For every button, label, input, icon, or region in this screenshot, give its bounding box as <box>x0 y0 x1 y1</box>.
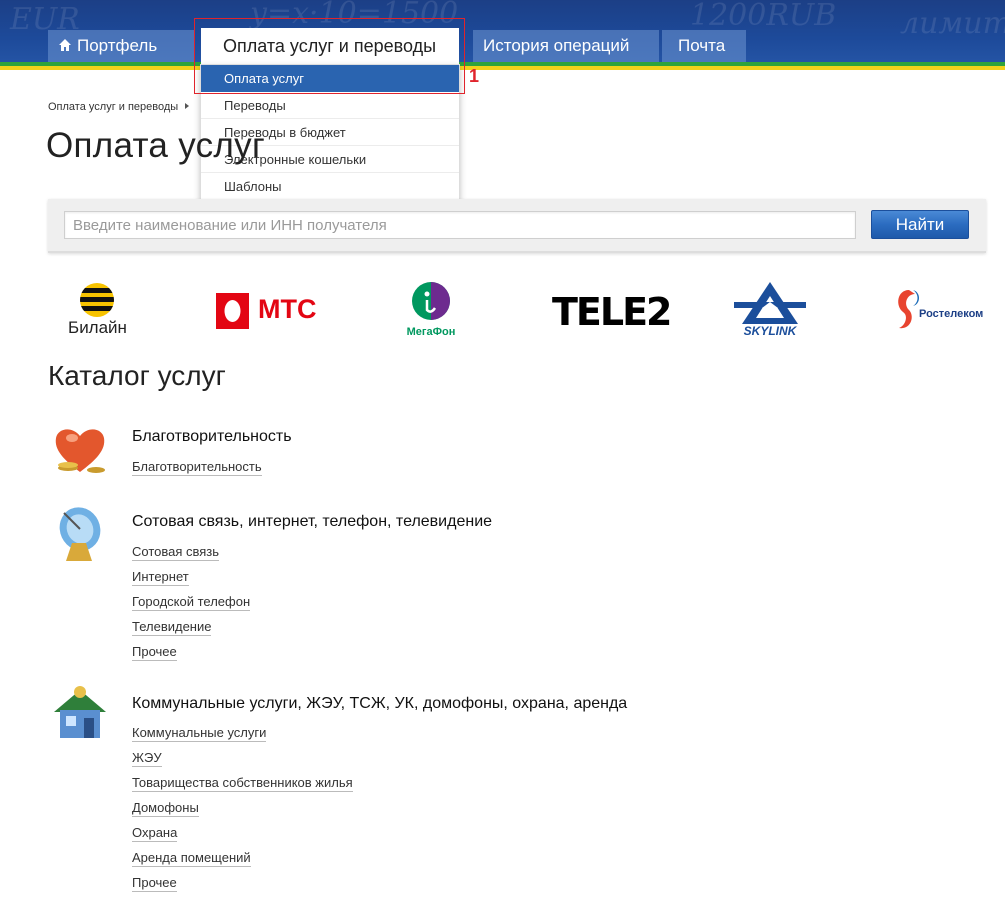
operator-skylink-logo[interactable]: SKYLINK <box>726 278 814 342</box>
category-title: Коммунальные услуги, ЖЭУ, ТСЖ, УК, домоф… <box>132 695 628 712</box>
category-link[interactable]: Благотворительность <box>132 459 262 476</box>
header-scribble: лимит <box>900 6 1005 41</box>
operator-tele2-logo[interactable]: TELE2 <box>552 278 673 342</box>
breadcrumb-link[interactable]: Оплата услуг и переводы <box>48 101 178 113</box>
category-link[interactable]: Коммунальные услуги <box>132 725 267 742</box>
category-link[interactable]: Товарищества собственников жилья <box>132 775 353 792</box>
nav-portfolio-label: Портфель <box>77 36 158 55</box>
rostelecom-text: Ростелеком <box>919 308 984 320</box>
operator-megafon-logo[interactable]: МегаФон <box>398 278 464 342</box>
skylink-text: SKYLINK <box>743 324 797 338</box>
category-link[interactable]: Охрана <box>132 825 178 842</box>
nav-history[interactable]: История операций <box>473 30 659 62</box>
mts-text: МТС <box>258 294 317 324</box>
tele2-text: TELE2 <box>552 290 673 334</box>
satellite-dish-icon <box>59 507 101 561</box>
nav-payments[interactable]: Оплата услуг и переводы <box>201 28 459 64</box>
search-input[interactable] <box>64 211 856 239</box>
header-scribble: 1200RUB <box>690 0 837 33</box>
header-stripe-yellow <box>0 66 1005 70</box>
header-scribble: y=x·10=1500 <box>250 0 459 31</box>
category-link[interactable]: Интернет <box>132 569 189 586</box>
beeline-text: Билайн <box>68 318 127 337</box>
category-title: Сотовая связь, интернет, телефон, телеви… <box>132 513 493 530</box>
category-link[interactable]: Домофоны <box>132 800 199 817</box>
category-link[interactable]: Прочее <box>132 644 177 661</box>
operator-beeline-logo[interactable]: Билайн <box>60 278 135 342</box>
catalog-title: Каталог услуг <box>48 360 226 391</box>
category-link[interactable]: Сотовая связь <box>132 544 220 561</box>
breadcrumb-separator-icon <box>185 103 190 109</box>
top-header: EUR y=x·10=1500 1200RUB лимит Портфель И… <box>0 0 1005 70</box>
menu-item-transfers[interactable]: Переводы <box>201 92 459 119</box>
nav-portfolio[interactable]: Портфель <box>48 30 194 62</box>
category-link[interactable]: ЖЭУ <box>132 750 162 767</box>
menu-item-pay-services[interactable]: Оплата услуг <box>201 65 459 92</box>
category-link[interactable]: Прочее <box>132 875 177 892</box>
category-link[interactable]: Городской телефон <box>132 594 251 611</box>
operator-mts-logo[interactable]: МТС <box>214 278 317 342</box>
megafon-text: МегаФон <box>406 326 456 338</box>
search-bar: Найти <box>48 199 986 253</box>
category-links: Сотовая связь Интернет Городской телефон… <box>132 543 251 668</box>
search-button[interactable]: Найти <box>871 210 969 239</box>
home-icon <box>59 39 71 51</box>
category-links: Благотворительность <box>132 458 262 483</box>
category-link[interactable]: Телевидение <box>132 619 212 636</box>
breadcrumb: Оплата услуг и переводы <box>48 101 190 113</box>
annotation-number: 1 <box>469 66 480 86</box>
nav-mail[interactable]: Почта <box>662 30 746 62</box>
house-icon <box>54 686 106 738</box>
menu-item-templates[interactable]: Шаблоны <box>201 173 459 200</box>
page-title: Оплата услуг <box>46 126 266 165</box>
heart-coins-icon <box>55 429 105 473</box>
category-link[interactable]: Аренда помещений <box>132 850 251 867</box>
category-links: Коммунальные услуги ЖЭУ Товарищества соб… <box>132 724 353 899</box>
operator-rostelecom-logo[interactable]: Ростелеком <box>893 278 985 342</box>
category-title: Благотворительность <box>132 428 292 445</box>
